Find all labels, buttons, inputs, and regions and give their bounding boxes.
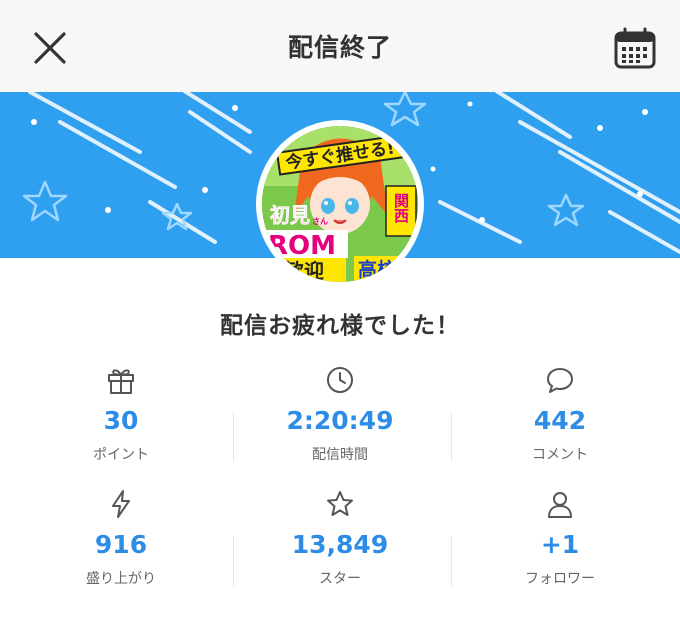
stat-label: フォロワー — [525, 571, 595, 587]
stat-label: 盛り上がり — [86, 571, 156, 587]
avatar-text-line2: 初見 — [270, 203, 310, 227]
avatar-image: 今すぐ推せる! 初見 さん ROM 歓迎 関西 高校 — [262, 126, 418, 282]
stat-value: 13,849 — [291, 530, 389, 559]
stat-label: 配信時間 — [312, 447, 368, 463]
stat-excitement: 916 盛り上がり — [8, 488, 234, 598]
top-bar: 配信終了 — [0, 0, 680, 92]
stat-comments: 442 コメント — [447, 364, 673, 474]
stat-stars: 13,849 スター — [227, 488, 453, 598]
user-icon — [548, 492, 572, 518]
page-title: 配信終了 — [287, 33, 392, 62]
stat-label: ポイント — [93, 447, 149, 463]
avatar-text-side-bottom: 高校 — [358, 258, 397, 281]
avatar-text-line2-small: さん — [312, 217, 328, 226]
star-icon — [327, 491, 353, 516]
gift-icon — [108, 369, 134, 394]
divider — [233, 536, 234, 586]
stat-duration: 2:20:49 配信時間 — [227, 364, 453, 474]
calendar-icon — [614, 27, 656, 69]
stat-followers: +1 フォロワー — [447, 488, 673, 598]
divider — [451, 536, 452, 586]
divider — [451, 412, 452, 462]
stat-value: 30 — [103, 406, 139, 435]
avatar: 今すぐ推せる! 初見 さん ROM 歓迎 関西 高校 — [256, 120, 424, 288]
stat-label: コメント — [532, 447, 588, 463]
stat-value: +1 — [540, 530, 580, 559]
lightning-icon — [112, 490, 130, 518]
calendar-button[interactable] — [612, 26, 658, 72]
stat-value: 2:20:49 — [286, 406, 394, 435]
stat-value: 442 — [533, 406, 587, 435]
avatar-text-side-top: 関西 — [392, 193, 410, 224]
stat-points: 30 ポイント — [8, 364, 234, 474]
avatar-text-line4: 歓迎 — [284, 259, 324, 282]
divider — [233, 412, 234, 462]
stat-value: 916 — [94, 530, 148, 559]
thanks-message: 配信お疲れ様でした！ — [220, 313, 460, 339]
avatar-text-line3: ROM — [268, 231, 336, 261]
stat-label: スター — [319, 571, 361, 587]
clock-icon — [327, 367, 353, 393]
comment-icon — [547, 368, 573, 393]
